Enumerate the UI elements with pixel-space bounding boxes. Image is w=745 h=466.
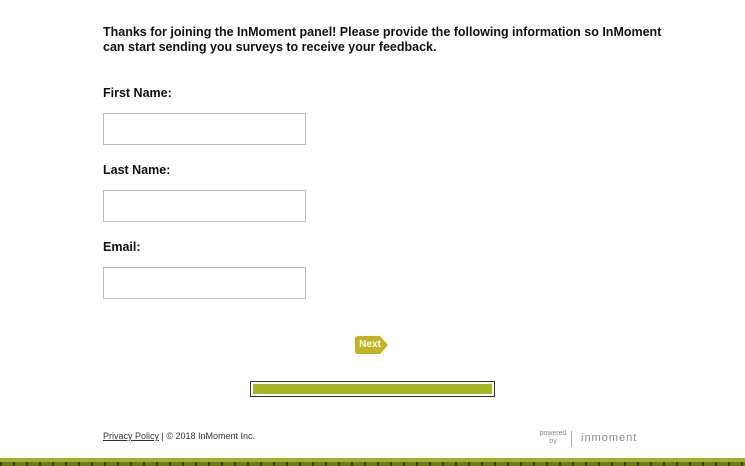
- band-tick: [533, 462, 535, 466]
- band-tick: [0, 462, 2, 466]
- band-tick: [637, 462, 639, 466]
- progress-fill: [253, 384, 492, 394]
- email-label: Email:: [103, 240, 141, 254]
- band-tick: [13, 462, 15, 466]
- band-tick: [364, 462, 366, 466]
- band-tick: [130, 462, 132, 466]
- band-tick: [312, 462, 314, 466]
- band-tick: [442, 462, 444, 466]
- band-tick: [286, 462, 288, 466]
- band-tick: [494, 462, 496, 466]
- band-tick: [468, 462, 470, 466]
- band-tick: [39, 462, 41, 466]
- band-tick: [247, 462, 249, 466]
- band-tick: [728, 462, 730, 466]
- band-tick: [429, 462, 431, 466]
- last-name-label: Last Name:: [103, 163, 171, 177]
- band-tick: [650, 462, 652, 466]
- band-tick: [741, 462, 743, 466]
- band-tick: [273, 462, 275, 466]
- band-tick: [208, 462, 210, 466]
- first-name-input[interactable]: [103, 113, 306, 145]
- last-name-input[interactable]: [103, 190, 306, 222]
- band-tick: [104, 462, 106, 466]
- band-tick: [585, 462, 587, 466]
- footer-legal: Privacy Policy | © 2018 InMoment Inc.: [103, 431, 255, 441]
- band-tick: [663, 462, 665, 466]
- band-tick: [91, 462, 93, 466]
- band-tick: [234, 462, 236, 466]
- band-tick: [702, 462, 704, 466]
- next-label: Next: [359, 339, 381, 350]
- band-tick: [715, 462, 717, 466]
- band-tick: [572, 462, 574, 466]
- band-tick: [26, 462, 28, 466]
- band-tick: [520, 462, 522, 466]
- brand-name: inmoment: [581, 432, 638, 444]
- band-tick: [481, 462, 483, 466]
- band-tick: [455, 462, 457, 466]
- band-tick: [598, 462, 600, 466]
- band-tick: [689, 462, 691, 466]
- band-tick: [195, 462, 197, 466]
- band-tick: [624, 462, 626, 466]
- band-tick: [78, 462, 80, 466]
- band-tick: [611, 462, 613, 466]
- band-tick: [676, 462, 678, 466]
- band-tick: [507, 462, 509, 466]
- next-button[interactable]: Next: [354, 333, 390, 357]
- band-tick: [169, 462, 171, 466]
- band-tick: [546, 462, 548, 466]
- band-tick: [390, 462, 392, 466]
- privacy-policy-link[interactable]: Privacy Policy: [103, 431, 159, 441]
- band-tick: [182, 462, 184, 466]
- band-tick: [299, 462, 301, 466]
- band-tick: [403, 462, 405, 466]
- band-tick: [65, 462, 67, 466]
- band-tick: [221, 462, 223, 466]
- intro-text: Thanks for joining the InMoment panel! P…: [103, 25, 662, 54]
- band-tick: [351, 462, 353, 466]
- band-tick: [156, 462, 158, 466]
- copyright-text: | © 2018 InMoment Inc.: [159, 431, 256, 441]
- band-tick: [377, 462, 379, 466]
- powered-by-text: powered by: [539, 430, 567, 445]
- band-tick: [143, 462, 145, 466]
- logo-divider: [571, 431, 572, 447]
- band-tick: [416, 462, 418, 466]
- powered-by-logo: powered by inmoment: [538, 429, 648, 449]
- band-tick: [260, 462, 262, 466]
- band-tick: [338, 462, 340, 466]
- band-tick: [117, 462, 119, 466]
- progress-bar: [250, 381, 495, 397]
- band-tick: [325, 462, 327, 466]
- band-tick: [52, 462, 54, 466]
- bottom-band-texture: [0, 462, 745, 466]
- first-name-label: First Name:: [103, 86, 172, 100]
- email-input[interactable]: [103, 267, 306, 299]
- band-tick: [559, 462, 561, 466]
